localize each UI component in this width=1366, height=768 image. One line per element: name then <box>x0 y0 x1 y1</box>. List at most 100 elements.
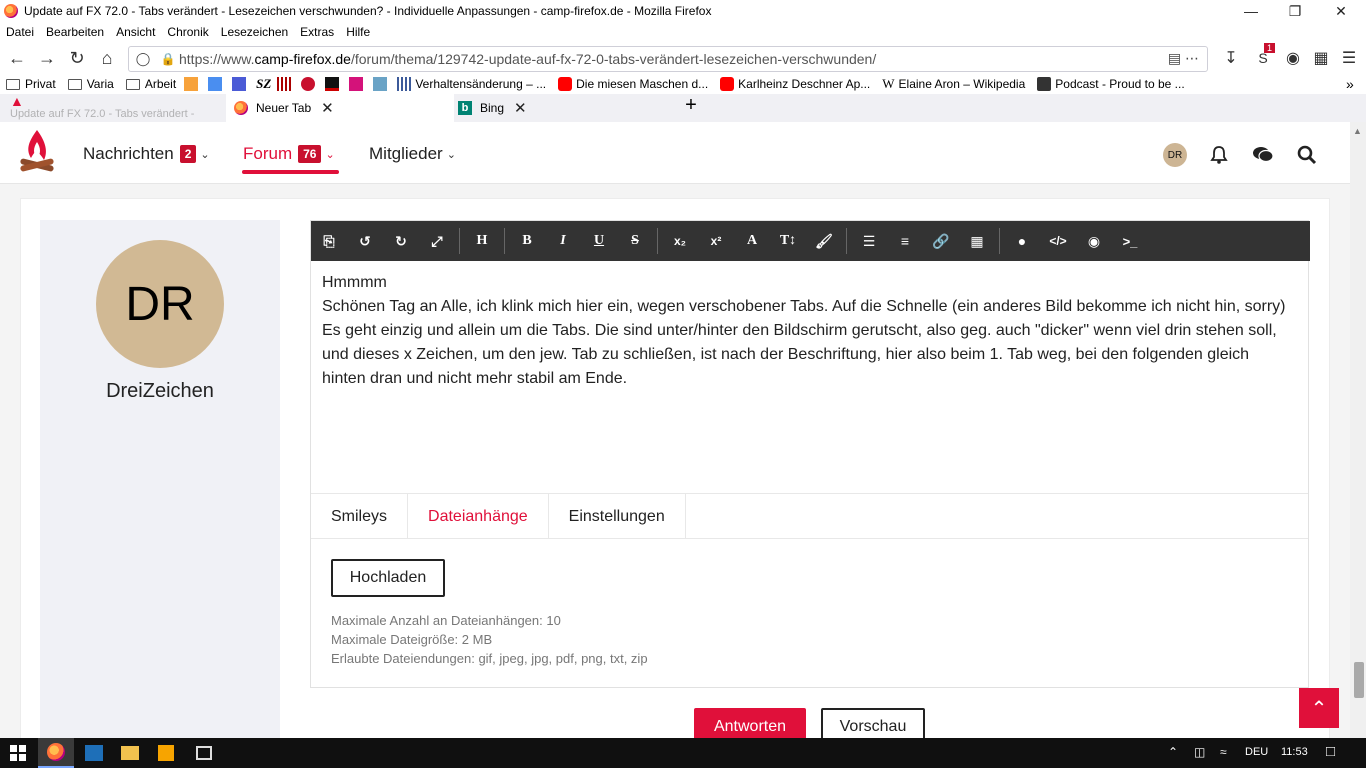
close-tab-icon[interactable]: ✕ <box>321 99 334 117</box>
scroll-up-icon[interactable]: ▲ <box>1353 126 1362 136</box>
taskbar-media-icon[interactable] <box>148 738 184 768</box>
bookmark-folder-varia[interactable]: Varia <box>67 77 114 91</box>
menu-extras[interactable]: Extras <box>300 25 334 39</box>
source-icon[interactable]: ⎘ <box>311 221 347 261</box>
brush-icon[interactable]: 🖌 <box>806 221 842 261</box>
tray-clock[interactable]: 11:53 <box>1281 746 1308 758</box>
subtab-dateianhaenge[interactable]: Dateianhänge <box>408 494 549 539</box>
restore-icon[interactable]: ❐ <box>1272 0 1318 22</box>
download-icon[interactable]: ↧ <box>1220 46 1242 70</box>
campfire-logo-icon[interactable] <box>18 128 56 178</box>
menu-ansicht[interactable]: Ansicht <box>116 25 155 39</box>
hamburger-menu-icon[interactable]: ☰ <box>1338 46 1360 70</box>
terminal-icon[interactable]: >_ <box>1112 221 1148 261</box>
tab-neuer-tab[interactable]: Neuer Tab ✕ <box>226 94 454 122</box>
preview-button[interactable]: Vorschau <box>821 708 925 738</box>
extensions-icon[interactable]: ▦ <box>1310 46 1332 70</box>
addon-icon[interactable]: S 1 <box>1252 43 1276 70</box>
menu-hilfe[interactable]: Hilfe <box>346 25 370 39</box>
search-icon[interactable] <box>1294 142 1320 168</box>
nav-nachrichten[interactable]: Nachrichten 2 ⌄ <box>83 144 210 164</box>
url-bar[interactable]: ◯ 🔒 https://www. camp-firefox.de/forum/th… <box>128 46 1208 72</box>
scrollbar-thumb[interactable] <box>1354 662 1364 698</box>
bookmark-favicon-2[interactable] <box>208 77 226 91</box>
upload-button[interactable]: Hochladen <box>331 559 445 597</box>
scroll-to-top-button[interactable]: ⌃ <box>1299 688 1339 728</box>
align-icon[interactable]: ≡ <box>887 221 923 261</box>
font-size-icon[interactable]: T↕ <box>770 221 806 261</box>
reader-mode-icon[interactable]: ▤ ⋯ <box>1168 50 1199 67</box>
subtab-einstellungen[interactable]: Einstellungen <box>549 494 686 539</box>
tray-wifi-icon[interactable]: ≈ <box>1220 745 1227 759</box>
heading-icon[interactable]: H <box>464 221 500 261</box>
minimize-icon[interactable]: — <box>1228 0 1274 22</box>
tab-update-fx[interactable]: ▲ Update auf FX 72.0 - Tabs verändert - <box>0 94 226 122</box>
bell-icon[interactable] <box>1206 142 1232 168</box>
user-avatar[interactable]: DR <box>1163 143 1187 167</box>
code-icon[interactable]: </> <box>1040 221 1076 261</box>
bookmark-favicon-3[interactable] <box>232 77 250 91</box>
reload-icon[interactable]: ↻ <box>62 43 92 73</box>
bookmark-elaine-aron[interactable]: W Elaine Aron – Wikipedia <box>882 76 1025 92</box>
tray-battery-icon[interactable]: ◫ <box>1194 745 1205 759</box>
subscript-icon[interactable]: x₂ <box>662 221 698 261</box>
list-icon[interactable]: ☰ <box>851 221 887 261</box>
bookmark-sz[interactable]: SZ <box>256 76 271 92</box>
forward-icon[interactable]: → <box>32 43 62 73</box>
spoiler-icon[interactable]: ◉ <box>1076 221 1112 261</box>
menu-datei[interactable]: Datei <box>6 25 34 39</box>
shield-icon[interactable]: ◯ <box>129 51 157 67</box>
underline-icon[interactable]: U <box>581 221 617 261</box>
menu-lesezeichen[interactable]: Lesezeichen <box>221 25 288 39</box>
lock-icon[interactable]: 🔒 <box>157 52 179 66</box>
bold-icon[interactable]: B <box>509 221 545 261</box>
bookmark-verhaltensaenderung[interactable]: Verhaltensänderung – ... <box>397 77 546 91</box>
bookmark-miese-maschen[interactable]: Die miesen Maschen d... <box>558 77 708 91</box>
taskbar-tool-icon[interactable] <box>186 738 222 768</box>
bookmarks-overflow-icon[interactable]: » <box>1346 76 1354 92</box>
strikethrough-icon[interactable]: S <box>617 221 653 261</box>
redo-icon[interactable]: ↻ <box>383 221 419 261</box>
page-scrollbar[interactable]: ▲ <box>1350 122 1366 738</box>
nav-forum[interactable]: Forum 76 ⌄ <box>243 144 335 164</box>
bookmark-favicon-4[interactable] <box>277 77 295 91</box>
nav-mitglieder[interactable]: Mitglieder ⌄ <box>369 144 456 164</box>
close-tab-icon[interactable]: ✕ <box>514 99 527 117</box>
editor-content[interactable]: Hmmmm Schönen Tag an Alle, ich klink mic… <box>322 271 1297 391</box>
tab-bing[interactable]: b Bing ✕ <box>458 94 672 122</box>
taskbar-firefox-icon[interactable] <box>38 738 74 768</box>
link-icon[interactable]: 🔗 <box>923 221 959 261</box>
bookmark-favicon-7[interactable] <box>349 77 367 91</box>
quote-icon[interactable]: ● <box>1004 221 1040 261</box>
subtab-smileys[interactable]: Smileys <box>311 494 409 539</box>
fullscreen-icon[interactable]: ⤢ <box>419 221 455 261</box>
chat-icon[interactable] <box>1250 142 1276 168</box>
bookmark-deschner[interactable]: Karlheinz Deschner Ap... <box>720 77 870 91</box>
undo-icon[interactable]: ↺ <box>347 221 383 261</box>
user-avatar-large[interactable]: DR <box>96 240 224 368</box>
superscript-icon[interactable]: x² <box>698 221 734 261</box>
close-icon[interactable]: ✕ <box>1318 0 1364 22</box>
menu-chronik[interactable]: Chronik <box>167 25 208 39</box>
bookmark-folder-arbeit[interactable]: Arbeit <box>125 77 176 91</box>
taskbar-explorer-icon[interactable] <box>112 738 148 768</box>
bookmark-favicon-5[interactable] <box>301 77 319 91</box>
tray-language[interactable]: DEU <box>1245 746 1268 758</box>
home-icon[interactable]: ⌂ <box>92 43 122 73</box>
windows-start-icon[interactable] <box>0 738 36 768</box>
bookmark-favicon-8[interactable] <box>373 77 391 91</box>
bookmark-podcast[interactable]: Podcast - Proud to be ... <box>1037 77 1185 91</box>
font-color-icon[interactable]: A <box>734 221 770 261</box>
table-icon[interactable]: ▦ <box>959 221 995 261</box>
bookmark-favicon-1[interactable] <box>184 77 202 91</box>
new-tab-icon[interactable]: + <box>680 94 702 116</box>
italic-icon[interactable]: I <box>545 221 581 261</box>
back-icon[interactable]: ← <box>2 43 32 73</box>
reply-button[interactable]: Antworten <box>694 708 806 738</box>
bookmark-folder-privat[interactable]: Privat <box>6 77 56 91</box>
taskbar-app-icon[interactable] <box>76 738 112 768</box>
tray-chevron-up-icon[interactable]: ⌃ <box>1168 745 1178 759</box>
menu-bearbeiten[interactable]: Bearbeiten <box>46 25 104 39</box>
account-icon[interactable]: ◉ <box>1282 46 1304 70</box>
notification-center-icon[interactable]: □ <box>1326 743 1335 760</box>
